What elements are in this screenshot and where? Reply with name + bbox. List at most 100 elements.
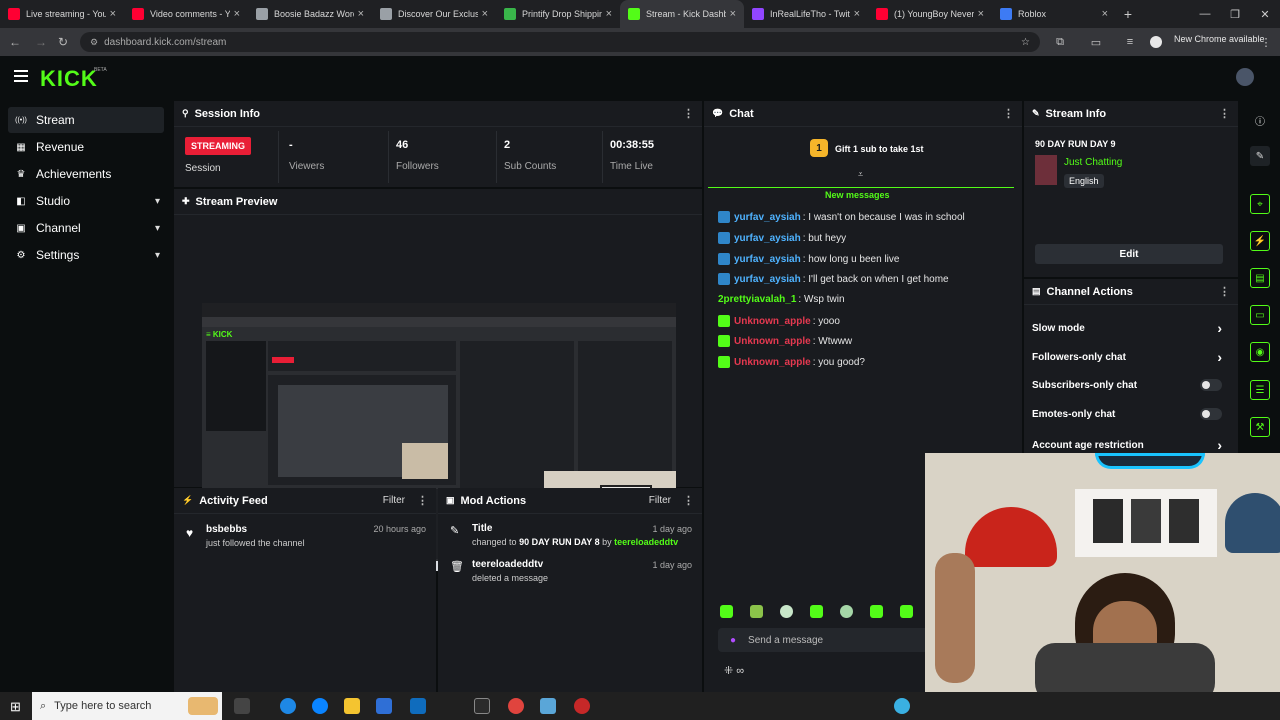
chat-tool-icon[interactable]: ▭ bbox=[1250, 305, 1270, 325]
toggle-switch[interactable] bbox=[1200, 408, 1222, 420]
tab-close-icon[interactable]: × bbox=[482, 8, 488, 20]
info-icon[interactable]: ⓘ bbox=[1250, 110, 1270, 130]
browser-tab[interactable]: Video comments - Yo × bbox=[124, 0, 248, 28]
windows-start-icon[interactable]: ⊞ bbox=[10, 699, 21, 715]
kick-logo[interactable]: KICK bbox=[40, 66, 98, 92]
channel-actions-menu-icon[interactable]: ⋮ bbox=[1219, 285, 1230, 298]
mod-item-user[interactable]: teereloadeddtv bbox=[614, 537, 678, 547]
sidebar-item-settings[interactable]: ⚙ Settings ▾ bbox=[8, 242, 164, 268]
sidebar-item-achievements[interactable]: ♛ Achievements bbox=[8, 161, 164, 187]
browser-tab[interactable]: Live streaming - YouT × bbox=[0, 0, 124, 28]
activity-user[interactable]: bsbebbs bbox=[206, 524, 247, 535]
mod-menu-icon[interactable]: ⋮ bbox=[683, 494, 694, 507]
copilot-icon[interactable] bbox=[280, 698, 296, 714]
cast-icon[interactable]: ▭ bbox=[1088, 34, 1104, 50]
broadcast-tool-icon[interactable]: ◉ bbox=[1250, 342, 1270, 362]
chat-username[interactable]: Unknown_apple bbox=[734, 357, 811, 368]
chevron-right-icon[interactable]: › bbox=[1217, 437, 1222, 453]
stream-info-menu-icon[interactable]: ⋮ bbox=[1219, 107, 1230, 120]
channel-action-row[interactable]: Subscribers-only chat bbox=[1032, 379, 1222, 391]
tab-close-icon[interactable]: × bbox=[110, 8, 116, 20]
sidebar-item-studio[interactable]: ◧ Studio ▾ bbox=[8, 188, 164, 214]
category-label[interactable]: Just Chatting bbox=[1064, 157, 1122, 168]
url-input[interactable]: ⚙ dashboard.kick.com/stream ☆ bbox=[80, 32, 1040, 52]
chat-menu-icon[interactable]: ⋮ bbox=[1003, 107, 1014, 120]
mod-filter-button[interactable]: Filter bbox=[649, 495, 671, 506]
browser-tab[interactable]: Boosie Badazz Words × bbox=[248, 0, 372, 28]
new-chrome-available-button[interactable]: New Chrome available bbox=[1174, 34, 1265, 44]
app-icon[interactable] bbox=[574, 698, 590, 714]
chat-username[interactable]: yurfav_aysiah bbox=[734, 254, 801, 265]
edge-icon[interactable] bbox=[312, 698, 328, 714]
chevron-right-icon[interactable]: › bbox=[1217, 349, 1222, 365]
chat-username[interactable]: yurfav_aysiah bbox=[734, 233, 801, 244]
emote-icon[interactable] bbox=[720, 605, 733, 618]
file-explorer-icon[interactable] bbox=[344, 698, 360, 714]
clip-tool-icon[interactable]: ⌖ bbox=[1250, 194, 1270, 214]
chat-input[interactable]: ● Send a message bbox=[718, 628, 938, 652]
channel-action-row[interactable]: Followers-only chat › bbox=[1032, 349, 1222, 365]
maximize-icon[interactable]: ❐ bbox=[1220, 0, 1250, 28]
tab-close-icon[interactable]: × bbox=[1102, 8, 1108, 20]
outlook-icon[interactable] bbox=[410, 698, 426, 714]
profile-icon[interactable] bbox=[1148, 34, 1164, 50]
sidebar-item-stream[interactable]: ((•)) Stream bbox=[8, 107, 164, 133]
browser-tab[interactable]: Discover Our Exclusiv × bbox=[372, 0, 496, 28]
poll-tool-icon[interactable]: ▤ bbox=[1250, 268, 1270, 288]
chat-username[interactable]: yurfav_aysiah bbox=[734, 212, 801, 223]
layout-tool-icon[interactable]: ☰ bbox=[1250, 380, 1270, 400]
chevron-right-icon[interactable]: › bbox=[1217, 320, 1222, 336]
tab-close-icon[interactable]: × bbox=[234, 8, 240, 20]
activity-filter-button[interactable]: Filter bbox=[383, 495, 405, 506]
chrome-menu-icon[interactable]: ⋮ bbox=[1258, 34, 1274, 50]
emote-icon[interactable] bbox=[840, 605, 853, 618]
chevron-down-icon[interactable]: ▾ bbox=[155, 250, 160, 261]
minimize-icon[interactable]: — bbox=[1190, 0, 1220, 28]
photos-icon[interactable] bbox=[540, 698, 556, 714]
chrome-taskbar-icon[interactable] bbox=[508, 698, 524, 714]
pinned-collapse-icon[interactable]: ⩡ bbox=[858, 169, 863, 180]
task-view-icon[interactable] bbox=[234, 698, 250, 714]
chat-username[interactable]: yurfav_aysiah bbox=[734, 274, 801, 285]
browser-tab[interactable]: Roblox × bbox=[992, 0, 1116, 28]
store-icon[interactable] bbox=[376, 698, 392, 714]
mod-item-title[interactable]: teereloadeddtv bbox=[472, 559, 543, 570]
reading-list-icon[interactable]: ≡ bbox=[1122, 34, 1138, 50]
tab-close-icon[interactable]: × bbox=[730, 8, 736, 20]
tab-close-icon[interactable]: × bbox=[978, 8, 984, 20]
close-window-icon[interactable]: ✕ bbox=[1250, 0, 1280, 28]
emote-icon[interactable] bbox=[870, 605, 883, 618]
chat-username[interactable]: Unknown_apple bbox=[734, 316, 811, 327]
forward-icon[interactable]: → bbox=[30, 35, 52, 49]
browser-tab[interactable]: Printify Drop Shipping × bbox=[496, 0, 620, 28]
chevron-down-icon[interactable]: ▾ bbox=[155, 196, 160, 207]
users-icon[interactable]: ⁜ bbox=[724, 665, 733, 677]
chat-username[interactable]: Unknown_apple bbox=[734, 336, 811, 347]
edit-tool-icon[interactable]: ✎ bbox=[1250, 146, 1270, 166]
browser-tab[interactable]: InRealLifeTho - Twitch × bbox=[744, 0, 868, 28]
bookmark-star-icon[interactable]: ☆ bbox=[1021, 37, 1030, 48]
mic-icon[interactable]: ● bbox=[730, 635, 736, 646]
gift-sub-label[interactable]: Gift 1 sub to take 1st bbox=[835, 144, 924, 154]
taskbar-search-input[interactable]: ⌕ Type here to search bbox=[32, 692, 222, 720]
emote-icon[interactable] bbox=[810, 605, 823, 618]
browser-tab[interactable]: Stream - Kick Dashbo × bbox=[620, 0, 744, 28]
channel-action-row[interactable]: Emotes-only chat bbox=[1032, 408, 1222, 420]
tab-close-icon[interactable]: × bbox=[358, 8, 364, 20]
channel-action-row[interactable]: Account age restriction › bbox=[1032, 437, 1222, 453]
emote-icon[interactable] bbox=[750, 605, 763, 618]
new-tab-button[interactable]: + bbox=[1116, 6, 1140, 22]
edit-stream-button[interactable]: Edit bbox=[1035, 244, 1223, 264]
browser-tab[interactable]: (1) YoungBoy Never B × bbox=[868, 0, 992, 28]
tab-close-icon[interactable]: × bbox=[606, 8, 612, 20]
hamburger-menu-icon[interactable] bbox=[14, 70, 28, 82]
chat-username[interactable]: 2prettyiavalah_1 bbox=[718, 294, 796, 305]
site-info-icon[interactable]: ⚙ bbox=[90, 37, 98, 48]
sidebar-item-channel[interactable]: ▣ Channel ▾ bbox=[8, 215, 164, 241]
emote-icon[interactable] bbox=[900, 605, 913, 618]
toggle-switch[interactable] bbox=[1200, 379, 1222, 391]
tab-close-icon[interactable]: × bbox=[854, 8, 860, 20]
session-info-menu-icon[interactable]: ⋮ bbox=[683, 107, 694, 120]
reload-icon[interactable]: ↻ bbox=[52, 35, 74, 49]
emote-icon[interactable] bbox=[780, 605, 793, 618]
